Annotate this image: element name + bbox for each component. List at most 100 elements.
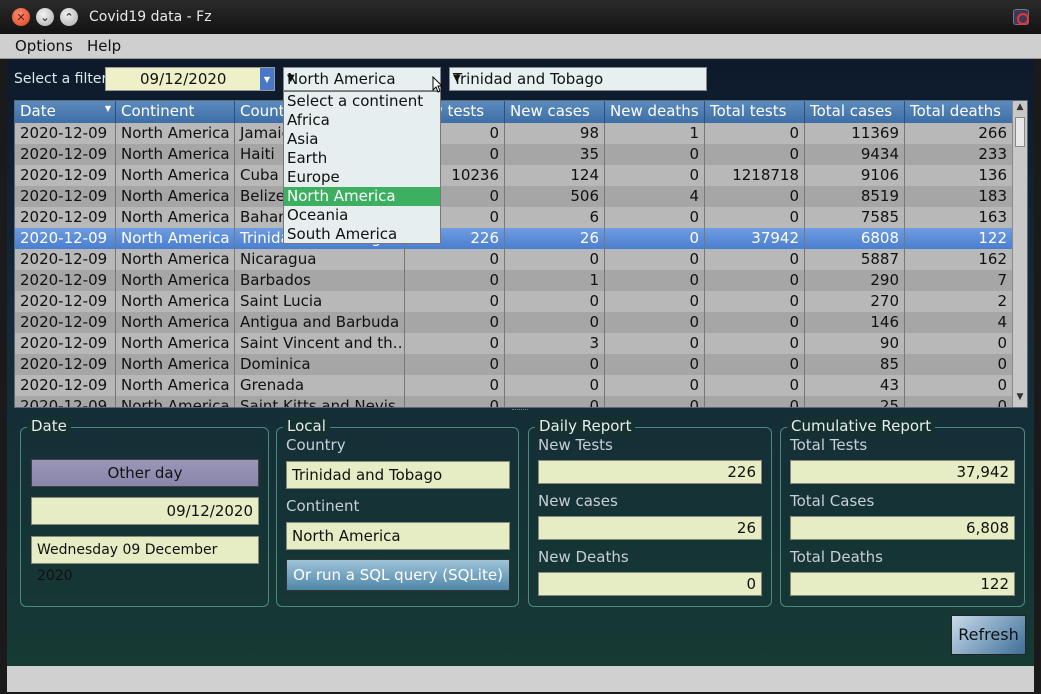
table-cell: 124 <box>505 165 605 186</box>
table-vertical-scrollbar[interactable]: ▲ ▼ <box>1012 101 1027 407</box>
column-header-total-tests[interactable]: Total tests <box>705 101 805 123</box>
total-deaths-field[interactable]: 122 <box>790 572 1015 596</box>
sql-query-button[interactable]: Or run a SQL query (SQLite) <box>286 559 510 591</box>
minimize-window-button[interactable]: ⌄ <box>36 8 54 26</box>
table-cell: 0 <box>505 249 605 270</box>
continent-dropdown-list[interactable]: Select a continent Africa Asia Earth Europe N… <box>283 91 441 244</box>
long-date-field[interactable]: Wednesday 09 December 2020 <box>31 536 259 584</box>
table-cell: 0 <box>605 333 705 354</box>
cumulative-report-group: Cumulative Report Total Tests 37,942 Tot… <box>780 417 1025 607</box>
column-header-total-cases[interactable]: Total cases <box>805 101 905 123</box>
country-field[interactable]: Trinidad and Tobago <box>286 461 510 489</box>
table-cell: 0 <box>605 291 705 312</box>
date-value-field[interactable]: 09/12/2020 <box>31 497 259 525</box>
table-cell: 0 <box>605 270 705 291</box>
table-cell: 0 <box>705 291 805 312</box>
menu-help[interactable]: Help <box>87 37 121 55</box>
table-cell: North America <box>116 165 235 186</box>
status-bar <box>7 666 1034 692</box>
maximize-window-button[interactable]: ⌃ <box>60 8 78 26</box>
other-day-button[interactable]: Other day <box>31 459 259 487</box>
dropdown-option[interactable]: Africa <box>284 111 440 130</box>
dropdown-option[interactable]: Europe <box>284 168 440 187</box>
table-row[interactable]: 2020-12-09North AmericaTrinidad and Toba… <box>15 228 1013 249</box>
table-cell: Barbados <box>235 270 405 291</box>
table-row[interactable]: 2020-12-09 North America Grenada 0 0 0 0 43 0 <box>15 375 1013 396</box>
table-cell: 85 <box>805 354 905 375</box>
scrollbar-thumb[interactable] <box>1015 117 1025 147</box>
table-row[interactable]: 2020-12-09 North America Antigua and Barbu… <box>15 312 1013 333</box>
table-cell: 0 <box>705 144 805 165</box>
new-cases-field[interactable]: 26 <box>538 516 762 540</box>
table-cell: 2020-12-09 <box>15 228 116 249</box>
total-tests-field[interactable]: 37,942 <box>790 460 1015 484</box>
dropdown-option[interactable]: Select a continent <box>284 92 440 111</box>
dropdown-option[interactable]: North America <box>284 187 440 206</box>
date-filter-input[interactable]: 09/12/2020 ▼ <box>105 67 275 91</box>
local-group-title: Local <box>283 417 330 435</box>
table-cell: 0 <box>705 333 805 354</box>
table-cell: 266 <box>905 123 1013 144</box>
table-cell: 0 <box>705 207 805 228</box>
table-cell: Dominica <box>235 354 405 375</box>
table-row[interactable]: 2020-12-09 North America Saint Kitts and N… <box>15 396 1013 407</box>
table-cell: 6 <box>505 207 605 228</box>
column-header-total-deaths[interactable]: Total deaths <box>905 101 1013 123</box>
table-row[interactable]: 2020-12-09 North America Belize 0 506 4 0 8519 1… <box>15 186 1013 207</box>
column-header-new-deaths[interactable]: New deaths <box>605 101 705 123</box>
date-group-title: Date <box>27 417 71 435</box>
title-bar: ✕ ⌄ ⌃ Covid19 data - Fz <box>0 0 1041 34</box>
table-row[interactable]: 2020-12-09 North America Dominica 0 0 0 0 85 0 <box>15 354 1013 375</box>
table-row[interactable]: 2020-12-09 North America Saint Lucia 0 0 0 0 27… <box>15 291 1013 312</box>
column-header-date[interactable]: Date ▼ <box>15 101 116 123</box>
table-row[interactable]: 2020-12-09 North America Jamaica 0 98 1 0 11369… <box>15 123 1013 144</box>
table-cell: 506 <box>505 186 605 207</box>
table-row[interactable]: 2020-12-09 North America Cuba 10236 124 0 1218… <box>15 165 1013 186</box>
covid-data-table[interactable]: Date ▼ Continent Country New tests New ca… <box>14 100 1028 408</box>
table-row[interactable]: 2020-12-09 North America Nicaragua 0 0 0 0 5887… <box>15 249 1013 270</box>
menu-options[interactable]: Options <box>15 37 73 55</box>
table-cell: 26 <box>505 228 605 249</box>
table-cell: North America <box>116 312 235 333</box>
table-cell: 136 <box>905 165 1013 186</box>
dropdown-option[interactable]: Asia <box>284 130 440 149</box>
table-cell: 0 <box>605 354 705 375</box>
country-select[interactable]: Trinidad and Tobago ▼ <box>449 67 707 91</box>
table-row[interactable]: 2020-12-09 North America Saint Vincent and… <box>15 333 1013 354</box>
table-cell: 0 <box>905 375 1013 396</box>
table-cell: 0 <box>605 249 705 270</box>
table-cell: 290 <box>805 270 905 291</box>
table-row[interactable]: 2020-12-09 North America Barbados 0 1 0 0 290 7 <box>15 270 1013 291</box>
refresh-button[interactable]: Refresh <box>951 615 1026 655</box>
new-tests-field[interactable]: 226 <box>538 460 762 484</box>
table-cell: North America <box>116 207 235 228</box>
date-dropdown-arrow-icon[interactable]: ▼ <box>260 68 274 90</box>
continent-label: Continent <box>286 497 360 515</box>
mouse-pointer-icon <box>432 76 444 93</box>
column-header-new-cases[interactable]: New cases <box>505 101 605 123</box>
dropdown-option[interactable]: Oceania <box>284 206 440 225</box>
splitter-handle[interactable] <box>512 409 528 412</box>
table-row[interactable]: 2020-12-09 North America Bahamas 0 6 0 0 7585 16… <box>15 207 1013 228</box>
dropdown-option[interactable]: South America <box>284 225 440 244</box>
close-window-button[interactable]: ✕ <box>12 8 30 26</box>
new-deaths-field[interactable]: 0 <box>538 572 762 596</box>
continent-field[interactable]: North America <box>286 522 510 550</box>
table-cell: 43 <box>805 375 905 396</box>
table-cell: 162 <box>905 249 1013 270</box>
table-cell: North America <box>116 123 235 144</box>
table-cell: 5887 <box>805 249 905 270</box>
dropdown-option[interactable]: Earth <box>284 149 440 168</box>
table-cell: 7585 <box>805 207 905 228</box>
table-cell: 0 <box>705 123 805 144</box>
total-cases-field[interactable]: 6,808 <box>790 516 1015 540</box>
table-cell: 0 <box>505 396 605 407</box>
scroll-up-icon[interactable]: ▲ <box>1013 102 1027 116</box>
scroll-down-icon[interactable]: ▼ <box>1013 392 1027 406</box>
table-cell: North America <box>116 375 235 396</box>
column-header-continent[interactable]: Continent <box>116 101 235 123</box>
continent-select[interactable]: North America ▼ <box>283 67 441 91</box>
table-cell: 0 <box>705 270 805 291</box>
table-cell: 4 <box>905 312 1013 333</box>
table-row[interactable]: 2020-12-09 North America Haiti 0 35 0 0 9434 233 <box>15 144 1013 165</box>
